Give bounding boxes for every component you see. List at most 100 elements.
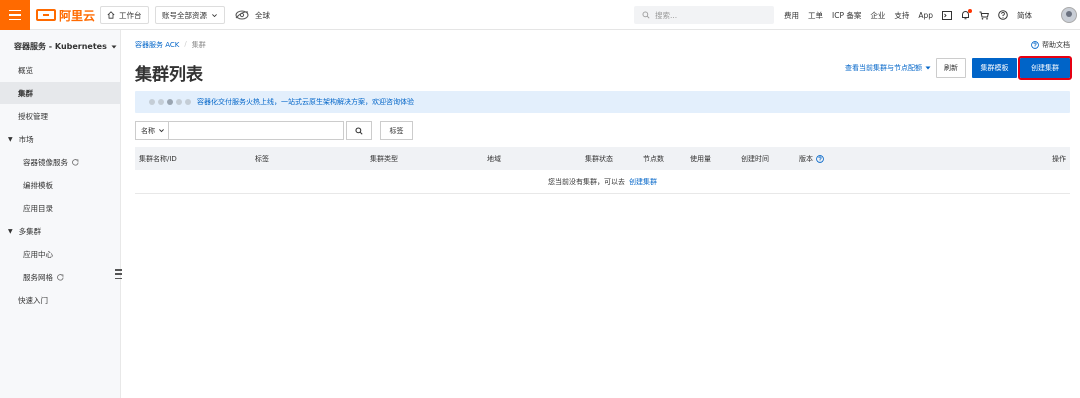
top-links: 费用 工单 ICP 备案 企业 支持 App 简体 <box>784 0 1041 30</box>
bell-icon[interactable] <box>961 9 973 20</box>
sidebar-collapse-icon[interactable] <box>115 269 122 279</box>
filter-field-value: 名称 <box>141 126 155 135</box>
carousel-dot[interactable] <box>176 99 182 105</box>
search-placeholder: 搜索... <box>655 10 678 20</box>
sidebar-item-label: 授权管理 <box>18 111 48 121</box>
sidebar-item-templates[interactable]: 编排模板 <box>0 174 121 196</box>
filter-input[interactable] <box>169 121 344 140</box>
menu-icon[interactable] <box>0 0 30 30</box>
chevron-down-icon <box>159 129 164 133</box>
link-billing[interactable]: 费用 <box>784 10 799 21</box>
top-bar: 阿里云 工作台 账号全部资源 全球 搜索... 费用 工单 ICP 备案 企业 … <box>0 0 1080 30</box>
breadcrumb-ack[interactable]: 容器服务 ACK <box>135 40 179 50</box>
region-label: 全球 <box>255 10 270 20</box>
carousel-dot[interactable] <box>149 99 155 105</box>
notification-dot <box>968 9 973 13</box>
caret-down-icon: ▼ <box>8 135 13 143</box>
caret-down-icon <box>925 66 931 70</box>
table-empty-state: 您当前没有集群，可以去 创建集群 <box>135 170 1070 194</box>
col-version: 版本 <box>799 154 824 164</box>
workbench-button[interactable]: 工作台 <box>100 6 149 24</box>
help-icon[interactable] <box>816 155 824 163</box>
home-icon <box>107 11 115 19</box>
carousel-dot-active[interactable] <box>167 99 173 105</box>
view-quota-label: 查看当前集群与节点配额 <box>845 64 922 72</box>
chevron-down-icon <box>212 13 217 17</box>
col-cluster-type: 集群类型 <box>370 155 398 163</box>
cluster-template-button[interactable]: 集群模板 <box>972 58 1017 78</box>
search-icon <box>642 11 650 19</box>
breadcrumb-current: 集群 <box>191 41 206 49</box>
help-icon[interactable] <box>998 10 1008 20</box>
link-app[interactable]: App <box>918 11 933 20</box>
sidebar-section-market[interactable]: ▼ 市场 <box>0 128 121 150</box>
region-selector[interactable]: 全球 <box>234 7 270 23</box>
help-docs-link[interactable]: 帮助文档 <box>1031 40 1070 50</box>
link-tickets[interactable]: 工单 <box>808 10 823 21</box>
main-content: 容器服务 ACK / 集群 帮助文档 集群列表 查看当前集群与节点配额 刷新 集… <box>122 30 1080 398</box>
sidebar-item-label: 市场 <box>18 134 34 144</box>
breadcrumb-separator: / <box>184 40 187 48</box>
help-docs-label: 帮助文档 <box>1042 41 1070 49</box>
aliyun-logo[interactable]: 阿里云 <box>36 7 95 23</box>
col-cluster-name: 集群名称/ID <box>139 155 177 163</box>
filter-bar: 名称 标签 <box>135 121 413 140</box>
sidebar-item-label: 多集群 <box>18 226 42 236</box>
sidebar-item-label: 快速入门 <box>18 295 48 305</box>
globe-icon <box>235 10 249 20</box>
account-resources-dropdown[interactable]: 账号全部资源 <box>155 6 225 24</box>
help-icon <box>1031 41 1039 49</box>
sidebar-item-label: 集群 <box>18 88 33 98</box>
sidebar-item-container-registry[interactable]: 容器镜像服务 <box>0 151 121 173</box>
account-resources-label: 账号全部资源 <box>162 10 207 20</box>
col-created-time: 创建时间 <box>741 155 769 163</box>
tag-filter-button[interactable]: 标签 <box>380 121 413 140</box>
sidebar-section-multicluster[interactable]: ▼ 多集群 <box>0 220 121 242</box>
product-switcher[interactable]: 容器服务 - Kubernetes <box>14 41 117 52</box>
filter-field-select[interactable]: 名称 <box>135 121 169 140</box>
col-tags: 标签 <box>255 155 269 163</box>
col-region: 地域 <box>487 155 501 163</box>
create-cluster-button[interactable]: 创建集群 <box>1018 56 1072 80</box>
page-title: 集群列表 <box>135 65 203 85</box>
cloud-shell-icon[interactable] <box>942 10 953 20</box>
col-version-label: 版本 <box>799 155 813 163</box>
search-icon <box>355 126 363 135</box>
carousel-dots[interactable] <box>149 99 191 105</box>
carousel-dot[interactable] <box>185 99 191 105</box>
sidebar-item-authorization[interactable]: 授权管理 <box>0 105 121 127</box>
cart-icon[interactable] <box>979 11 989 20</box>
search-button[interactable] <box>346 121 372 140</box>
col-actions: 操作 <box>1052 155 1066 163</box>
link-support[interactable]: 支持 <box>894 10 909 21</box>
sidebar: 容器服务 - Kubernetes 概览 集群 授权管理 ▼ 市场 容器镜像服务… <box>0 30 121 398</box>
sidebar-item-service-mesh[interactable]: 服务网格 <box>0 266 121 288</box>
carousel-dot[interactable] <box>158 99 164 105</box>
sidebar-item-clusters[interactable]: 集群 <box>0 82 121 104</box>
view-quota-link[interactable]: 查看当前集群与节点配额 <box>845 63 931 73</box>
sidebar-item-app-catalog[interactable]: 应用目录 <box>0 197 121 219</box>
sidebar-item-label: 概览 <box>18 65 33 75</box>
global-search-input[interactable]: 搜索... <box>634 6 774 24</box>
language-switch[interactable]: 简体 <box>1017 10 1032 21</box>
banner-text: 容器化交付服务火热上线，一站式云原生架构解决方案，欢迎咨询体验 <box>197 98 414 106</box>
caret-down-icon: ▼ <box>8 227 13 235</box>
sidebar-item-overview[interactable]: 概览 <box>0 59 121 81</box>
col-node-count: 节点数 <box>643 155 664 163</box>
logo-text: 阿里云 <box>59 8 96 23</box>
breadcrumb: 容器服务 ACK / 集群 <box>135 40 206 50</box>
link-icp[interactable]: ICP 备案 <box>832 10 861 21</box>
sidebar-item-app-center[interactable]: 应用中心 <box>0 243 121 265</box>
avatar[interactable] <box>1061 7 1077 23</box>
caret-down-icon <box>111 45 117 48</box>
empty-create-cluster-link[interactable]: 创建集群 <box>629 177 657 187</box>
link-enterprise[interactable]: 企业 <box>870 10 885 21</box>
sidebar-item-label: 编排模板 <box>23 180 53 190</box>
sidebar-item-quick-start[interactable]: 快速入门 <box>0 289 121 311</box>
col-status: 集群状态 <box>585 155 613 163</box>
promo-banner[interactable]: 容器化交付服务火热上线，一站式云原生架构解决方案，欢迎咨询体验 <box>135 91 1070 113</box>
refresh-button[interactable]: 刷新 <box>936 58 966 78</box>
empty-text: 您当前没有集群，可以去 <box>548 177 625 186</box>
col-usage: 使用量 <box>690 155 711 163</box>
workbench-label: 工作台 <box>119 10 142 20</box>
